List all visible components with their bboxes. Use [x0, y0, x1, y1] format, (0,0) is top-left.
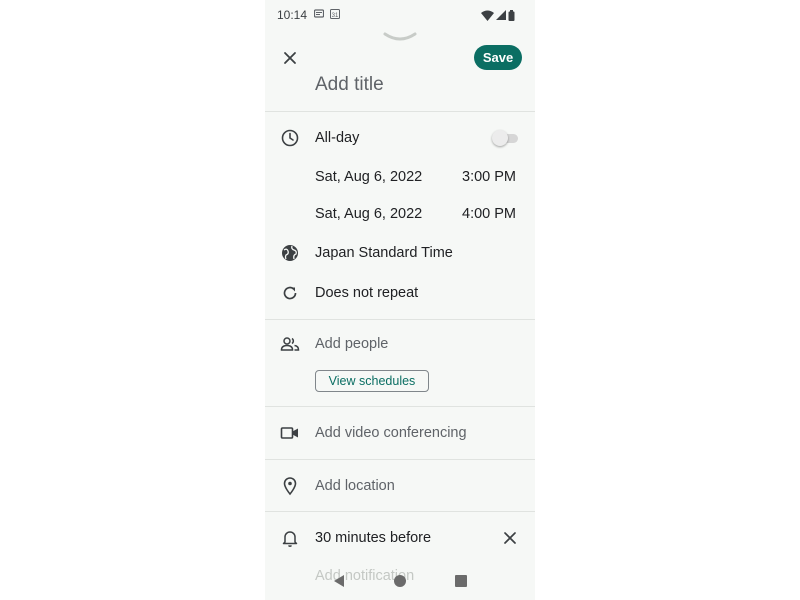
all-day-toggle[interactable]	[492, 130, 520, 146]
add-people-label[interactable]: Add people	[315, 336, 388, 352]
wifi-icon	[481, 10, 494, 21]
location-pin-icon	[283, 477, 297, 496]
battery-icon	[508, 9, 515, 21]
divider	[265, 111, 535, 112]
divider	[265, 511, 535, 512]
timezone-label[interactable]: Japan Standard Time	[315, 245, 453, 261]
bell-icon	[282, 531, 298, 547]
close-icon[interactable]	[279, 47, 301, 69]
drag-handle-icon[interactable]	[383, 30, 417, 42]
recents-icon[interactable]	[455, 575, 467, 587]
divider	[265, 406, 535, 407]
message-notification-icon	[314, 9, 324, 18]
status-bar: 10:14 31	[265, 0, 535, 30]
phone-screen: 10:14 31 Save Add title All-day Sat, Aug…	[265, 0, 535, 600]
calendar-notification-day: 31	[332, 13, 339, 19]
notification-reminder-label[interactable]: 30 minutes before	[315, 530, 431, 546]
status-time: 10:14	[277, 8, 308, 22]
start-date[interactable]: Sat, Aug 6, 2022	[315, 169, 422, 185]
title-input[interactable]: Add title	[315, 74, 384, 96]
end-time[interactable]: 4:00 PM	[462, 206, 516, 222]
repeat-icon	[283, 286, 297, 300]
add-video-conferencing-label[interactable]: Add video conferencing	[315, 425, 467, 441]
repeat-label[interactable]: Does not repeat	[315, 285, 418, 301]
back-icon[interactable]	[333, 574, 345, 588]
video-camera-icon	[280, 427, 298, 439]
end-date[interactable]: Sat, Aug 6, 2022	[315, 206, 422, 222]
save-button[interactable]: Save	[474, 45, 522, 70]
start-time[interactable]: 3:00 PM	[462, 169, 516, 185]
all-day-label: All-day	[315, 130, 360, 146]
view-schedules-button[interactable]: View schedules	[315, 370, 429, 392]
globe-icon	[282, 245, 298, 261]
divider	[265, 319, 535, 320]
navigation-bar	[265, 562, 535, 600]
signal-icon	[496, 10, 506, 20]
toggle-thumb	[492, 130, 508, 146]
add-location-label[interactable]: Add location	[315, 478, 395, 494]
divider	[265, 459, 535, 460]
home-icon[interactable]	[394, 575, 406, 587]
calendar-notification-icon: 31	[330, 9, 340, 19]
status-icons	[481, 8, 515, 22]
clock-icon	[281, 129, 299, 147]
remove-notification-icon[interactable]	[500, 528, 520, 548]
people-icon	[280, 337, 300, 351]
